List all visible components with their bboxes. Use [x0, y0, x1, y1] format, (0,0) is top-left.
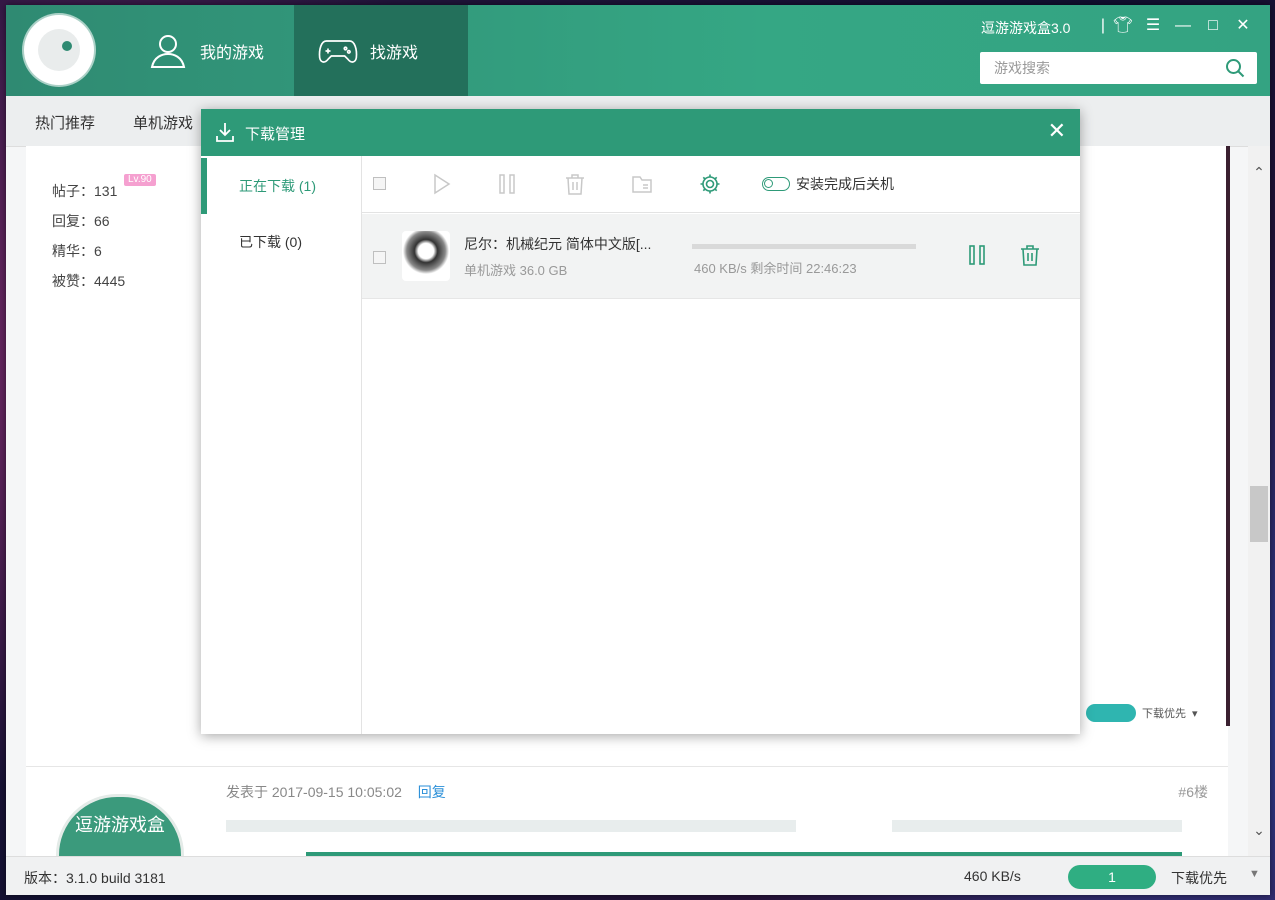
tab-downloading[interactable]: 正在下载 (1) — [201, 158, 361, 214]
download-count-button[interactable]: 1 — [1068, 865, 1156, 889]
minimize-icon[interactable]: — — [1168, 15, 1198, 37]
maximize-icon[interactable]: □ — [1198, 15, 1228, 37]
item-checkbox[interactable] — [373, 251, 386, 264]
scroll-down-icon[interactable]: ⌄ — [1248, 822, 1270, 839]
skin-icon[interactable]: 👕︎ — [1108, 15, 1138, 37]
scrollbar[interactable]: ⌃ ⌄ — [1248, 146, 1270, 856]
status-bar: 版本：3.1.0 build 3181 460 KB/s 1 下载优先 ▼ — [6, 856, 1270, 895]
divider — [26, 766, 1228, 767]
reply-link[interactable]: 回复 — [418, 784, 446, 800]
user-icon — [150, 34, 186, 68]
post-date: 发表于 2017-09-15 10:05:02 — [226, 784, 402, 800]
stat-featured: 精华：6 — [52, 243, 102, 259]
window-controls: | 👕︎ ☰ — □ ✕ — [1098, 15, 1258, 37]
search-box — [980, 52, 1257, 84]
post-image — [1086, 146, 1230, 726]
mini-priority-label: 下载优先 — [1142, 708, 1186, 720]
brand-name: 逗游游戏盒3.0 — [981, 20, 1071, 36]
nav-my-games[interactable]: 我的游戏 — [124, 5, 294, 96]
category-single-player[interactable]: 单机游戏 — [133, 112, 193, 133]
pause-icon[interactable] — [496, 173, 518, 195]
post-meta: 发表于 2017-09-15 10:05:02 回复 — [226, 782, 446, 802]
game-category-size: 单机游戏 36.0 GB — [464, 263, 568, 278]
dialog-title: 下载管理 — [245, 126, 306, 143]
settings-icon[interactable] — [699, 173, 721, 195]
search-icon[interactable] — [1225, 58, 1245, 78]
download-tabs: 正在下载 (1) 已下载 (0) — [201, 156, 362, 734]
level-badge: Lv.90 — [124, 174, 156, 186]
scroll-thumb[interactable] — [1250, 486, 1268, 542]
gamepad-icon — [318, 39, 358, 63]
download-manager-dialog: 下载管理 ✕ 正在下载 (1) 已下载 (0) 安装完成后关机 尼尔：机械纪元 … — [201, 109, 1080, 734]
trash-icon[interactable] — [1019, 244, 1041, 266]
game-title: 尼尔：机械纪元 简体中文版[... — [464, 236, 652, 252]
toggle-switch[interactable] — [762, 177, 790, 191]
scroll-up-icon[interactable]: ⌃ — [1248, 164, 1270, 181]
mini-download-bar: 下载优先 ▾ — [1086, 701, 1226, 725]
download-speed: 460 KB/s — [964, 868, 1021, 884]
pause-icon[interactable] — [966, 244, 988, 266]
close-icon[interactable]: ✕ — [1228, 15, 1258, 37]
header: 我的游戏 找游戏 逗游游戏盒3.0 | 👕︎ ☰ — □ ✕ — [6, 5, 1270, 96]
priority-select[interactable]: 下载优先 — [1171, 868, 1227, 888]
download-item: 尼尔：机械纪元 简体中文版[... 单机游戏 36.0 GB 460 KB/s … — [362, 214, 1080, 299]
select-all-checkbox[interactable] — [373, 177, 395, 199]
tab-downloaded[interactable]: 已下载 (0) — [201, 214, 361, 270]
nav-label: 我的游戏 — [200, 44, 265, 62]
stat-replies: 回复：66 — [52, 213, 110, 229]
progress-bar — [692, 244, 916, 249]
divider: | — [1100, 17, 1106, 34]
app-window: 我的游戏 找游戏 逗游游戏盒3.0 | 👕︎ ☰ — □ ✕ 游戏搜索 热门推荐… — [6, 5, 1270, 895]
game-thumbnail — [402, 231, 450, 281]
category-hot[interactable]: 热门推荐 — [35, 112, 95, 133]
placeholder-bar — [226, 820, 796, 832]
download-icon — [216, 123, 234, 142]
speed-remaining: 460 KB/s 剩余时间 22:46:23 — [694, 261, 857, 276]
chevron-down-icon[interactable]: ▼ — [1249, 868, 1260, 880]
floor-number: #6楼 — [1178, 784, 1208, 800]
download-toolbar: 安装完成后关机 — [362, 156, 1080, 213]
user-stats: Lv.90 帖子：131 回复：66 精华：6 被赞：4445 — [52, 174, 156, 296]
close-icon[interactable]: ✕ — [1048, 118, 1066, 144]
avatar-text: 逗游游戏盒 — [75, 815, 165, 835]
placeholder-bar — [892, 820, 1182, 832]
app-logo — [24, 15, 94, 85]
stat-likes: 被赞：4445 — [52, 273, 126, 289]
nav-find-games[interactable]: 找游戏 — [294, 5, 468, 96]
version-text: 版本：3.1.0 build 3181 — [24, 870, 166, 886]
folder-icon[interactable] — [631, 173, 653, 195]
dialog-header: 下载管理 ✕ — [201, 109, 1080, 156]
play-icon[interactable] — [430, 173, 452, 195]
menu-icon[interactable]: ☰ — [1138, 15, 1168, 37]
chevron-down-icon[interactable]: ▾ — [1192, 707, 1198, 720]
toggle-label: 安装完成后关机 — [796, 176, 894, 192]
shutdown-toggle[interactable]: 安装完成后关机 — [762, 174, 894, 194]
trash-icon[interactable] — [564, 173, 586, 195]
nav-label: 找游戏 — [370, 44, 419, 62]
stat-posts: 帖子：131 — [52, 183, 118, 199]
mini-progress — [1086, 704, 1136, 722]
search-input[interactable] — [992, 59, 1216, 77]
